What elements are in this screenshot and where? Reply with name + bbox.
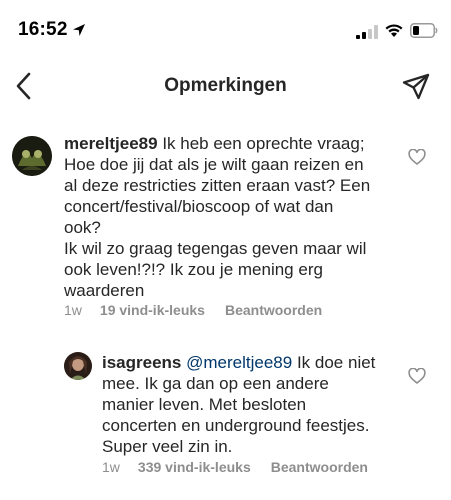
mention-link[interactable]: @mereltjee89 <box>186 353 292 372</box>
heart-icon[interactable] <box>408 149 426 165</box>
likes-count[interactable]: 19 vind-ik-leuks <box>100 302 205 318</box>
comment-line: Hoe doe jij dat als je wilt gaan reizen … <box>64 155 364 174</box>
comment-line: ook leven!?!? Ik zou je mening erg <box>64 260 323 279</box>
comment-line: manier leven. Met besloten <box>102 395 307 414</box>
avatar[interactable] <box>64 352 92 380</box>
comment-username[interactable]: mereltjee89 <box>64 134 158 153</box>
heart-icon[interactable] <box>408 368 426 384</box>
avatar-image <box>64 352 92 380</box>
likes-count[interactable]: 339 vind-ik-leuks <box>138 459 251 475</box>
wifi-icon <box>385 24 403 37</box>
comment-line: Ik wil zo graag tegengas geven maar wil <box>64 239 367 258</box>
comment-body: mereltjee89 Ik heb een oprechte vraag; H… <box>64 133 394 301</box>
comment-line: ook? <box>64 218 101 237</box>
status-bar: 16:52 <box>0 0 451 56</box>
page-title: Opmerkingen <box>164 75 287 96</box>
battery-icon <box>410 23 438 38</box>
comment-meta: 1w 19 vind-ik-leuks Beantwoorden <box>64 302 322 318</box>
comment-line: Super veel zin in. <box>102 437 233 456</box>
avatar-image <box>12 136 52 176</box>
reply-button[interactable]: Beantwoorden <box>225 302 322 318</box>
comment-line: concert/festival/bioscoop of wat dan <box>64 197 334 216</box>
comment-line: al deze restricties zitten eraan vast? E… <box>64 176 371 195</box>
comment-age: 1w <box>102 459 120 475</box>
location-arrow-icon <box>73 24 85 36</box>
comment-line: concerten en underground feestjes. <box>102 416 370 435</box>
comment-line: Ik doe niet <box>296 353 376 372</box>
status-time: 16:52 <box>18 19 68 40</box>
avatar[interactable] <box>12 136 52 176</box>
comment-line: waarderen <box>64 281 145 300</box>
cellular-signal-icon <box>356 25 378 39</box>
comment-username[interactable]: isagreens <box>102 353 181 372</box>
comment-age: 1w <box>64 302 82 318</box>
comment-line: Ik heb een oprechte vraag; <box>162 134 365 153</box>
reply-button[interactable]: Beantwoorden <box>271 459 368 475</box>
header-bar: Opmerkingen <box>0 60 451 114</box>
comment-body: isagreens @mereltjee89 Ik doe niet mee. … <box>102 352 392 457</box>
comment-meta: 1w 339 vind-ik-leuks Beantwoorden <box>102 459 368 475</box>
paper-plane-icon[interactable] <box>402 73 430 101</box>
comment-line: mee. Ik ga dan op een andere <box>102 374 329 393</box>
